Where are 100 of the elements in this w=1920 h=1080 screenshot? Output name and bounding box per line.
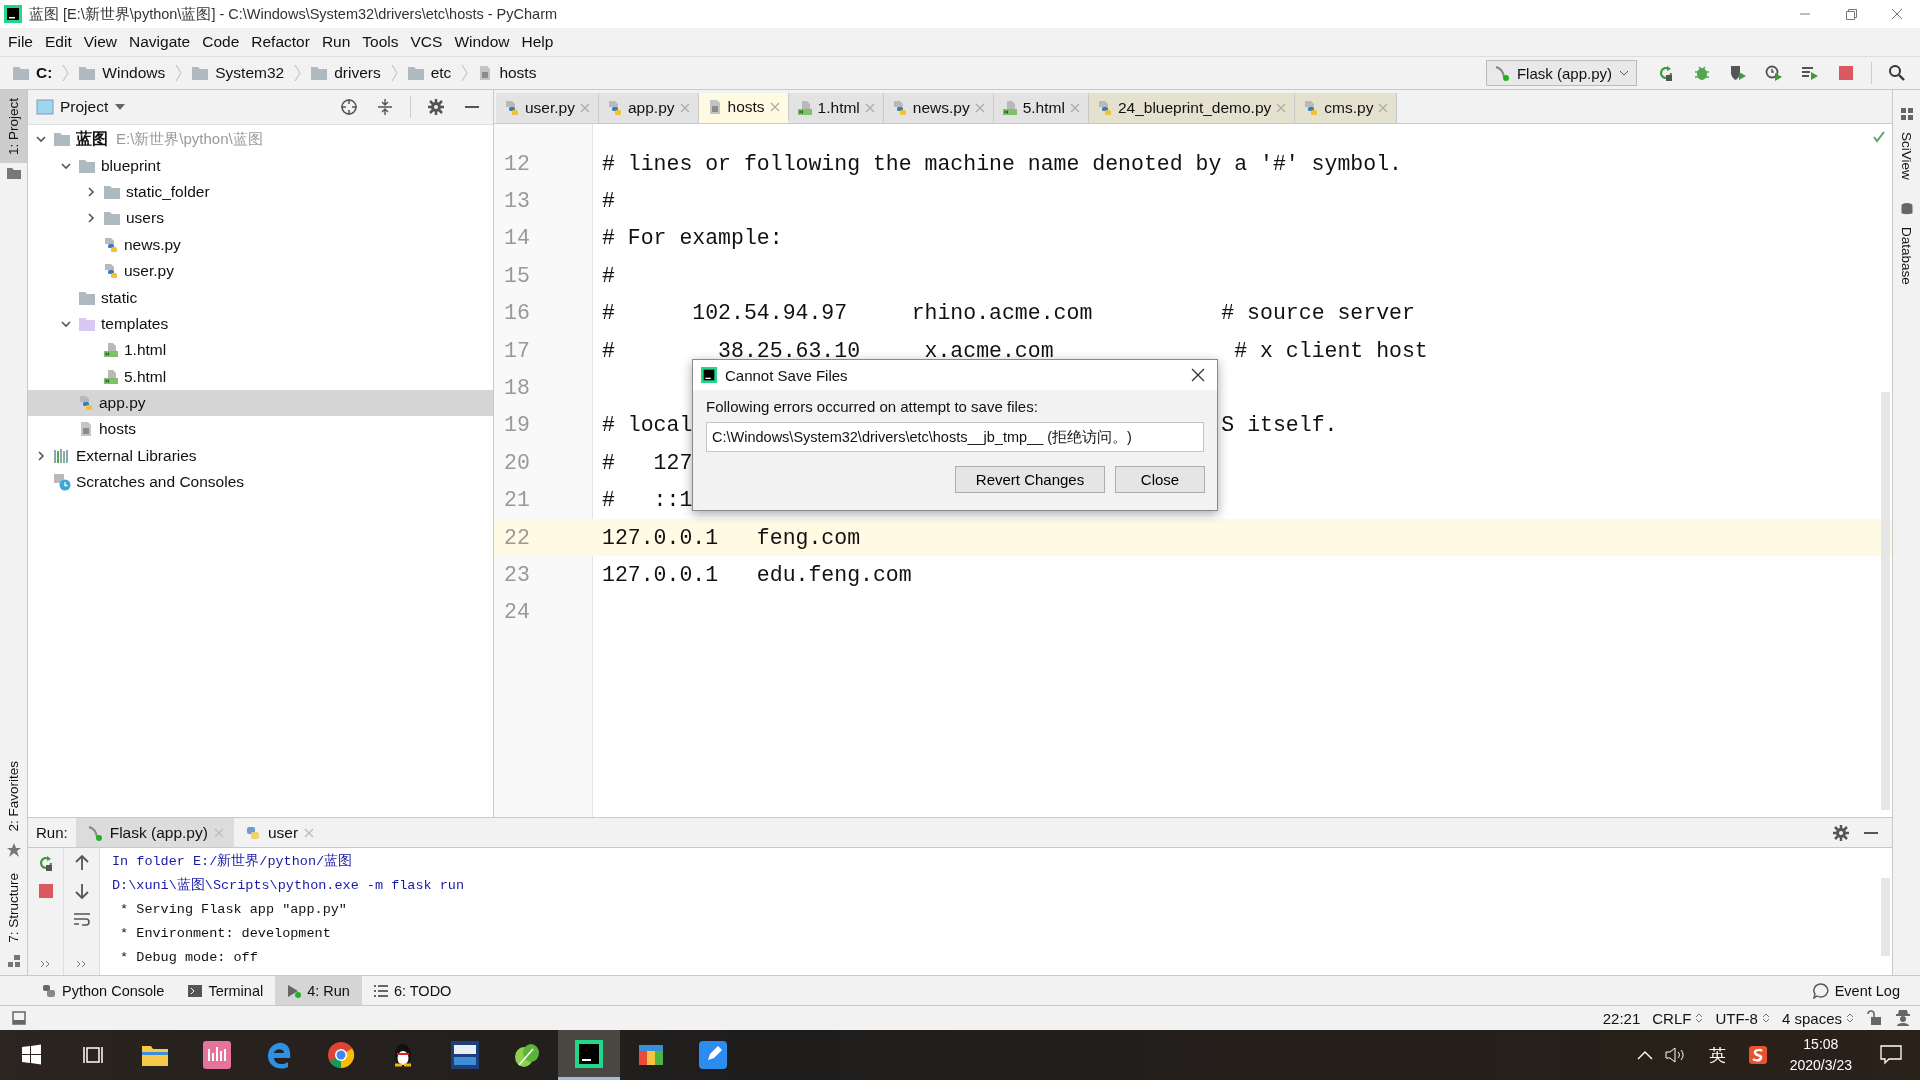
tree-item[interactable]: app.py [99, 394, 146, 413]
search-icon[interactable] [1888, 64, 1906, 82]
tool-window-tab[interactable]: 2: Favorites [0, 752, 27, 840]
app-icon[interactable] [451, 1041, 479, 1069]
stop-icon[interactable] [1837, 64, 1855, 82]
editor-tab[interactable]: app.py [599, 93, 699, 123]
tree-item[interactable]: Scratches and Consoles [76, 473, 244, 492]
leaf-icon[interactable] [513, 1041, 541, 1069]
menu-item[interactable]: Window [448, 31, 516, 53]
app-logo-icon[interactable] [575, 1039, 603, 1068]
tree-item[interactable]: 5.html [124, 367, 167, 386]
menu-item[interactable]: View [77, 31, 124, 53]
python-file-icon [1303, 100, 1320, 116]
settings-icon[interactable] [427, 98, 445, 116]
layout-icon[interactable] [12, 1011, 26, 1025]
breadcrumb-item[interactable]: Windows [102, 64, 166, 82]
breadcrumb-item[interactable]: System32 [215, 64, 285, 82]
menu-item[interactable]: Refactor [245, 31, 316, 53]
menu-item[interactable]: VCS [404, 31, 449, 53]
editor-tab[interactable]: 1.html [788, 93, 884, 123]
breadcrumb-item[interactable]: drivers [334, 64, 381, 82]
event-log-button[interactable]: Event Log [1800, 976, 1912, 1005]
folder-icon[interactable] [141, 1043, 169, 1067]
star-icon [6, 843, 21, 858]
list-run-icon[interactable] [1801, 64, 1819, 82]
status-dropdown[interactable]: 4 spaces [1781, 1009, 1854, 1027]
unlock-icon[interactable] [1866, 1010, 1882, 1026]
rerun-icon[interactable] [1657, 64, 1675, 82]
note-app-icon[interactable] [699, 1041, 727, 1069]
clock-time[interactable]: 15:08 [1803, 1034, 1839, 1055]
tool-window-button[interactable]: Terminal [176, 976, 276, 1005]
tree-item[interactable]: 1.html [124, 341, 167, 360]
window-title: 蓝图 [E:\新世界\python\蓝图] - C:\Windows\System32\drivers\etc\hosts - PyCharm [29, 4, 558, 24]
wrap-icon[interactable] [72, 910, 91, 928]
stop-icon[interactable] [36, 882, 55, 900]
editor-tab[interactable]: news.py [883, 93, 994, 123]
tree-item[interactable]: External Libraries [76, 446, 197, 465]
inspector-icon[interactable] [1894, 1009, 1912, 1027]
input-method-indicator[interactable]: 英 [1708, 1043, 1726, 1067]
console-line: In folder E:/新世界/python/蓝图 [112, 852, 354, 871]
menu-item[interactable]: File [2, 31, 39, 53]
editor-tab[interactable]: hosts [698, 93, 789, 123]
breadcrumb-item[interactable]: C: [36, 64, 53, 82]
tree-item[interactable]: blueprint [101, 156, 161, 175]
menu-item[interactable]: Run [315, 31, 357, 53]
notification-icon[interactable] [1880, 1045, 1902, 1065]
revert-button[interactable]: Revert Changes [955, 466, 1105, 493]
tree-item[interactable]: static_folder [126, 182, 210, 201]
music-app-icon[interactable] [203, 1041, 231, 1069]
tree-item[interactable]: static [101, 288, 138, 307]
editor-tab[interactable]: user.py [496, 93, 599, 123]
tool-window-tab[interactable]: 7: Structure [0, 865, 27, 951]
path-field[interactable]: C:\Windows\System32\drivers\etc\hosts__jb_tmp__ (拒绝访问。) [706, 422, 1204, 452]
close-icon[interactable] [1191, 368, 1205, 382]
speaker-icon[interactable] [1664, 1046, 1687, 1064]
run-config-dropdown[interactable]: Flask (app.py) [1485, 60, 1637, 86]
clock-run-icon[interactable] [1765, 64, 1783, 82]
chevron-up-icon[interactable] [1636, 1049, 1653, 1061]
tool-window-button[interactable]: Python Console [30, 976, 177, 1005]
bug-icon[interactable] [1693, 64, 1711, 82]
shield-run-icon[interactable] [1729, 64, 1747, 82]
close-button[interactable]: Close [1115, 466, 1205, 493]
caret-position[interactable]: 22:21 [1602, 1009, 1641, 1027]
tree-item[interactable]: news.py [124, 235, 181, 254]
status-dropdown[interactable]: CRLF [1652, 1009, 1704, 1027]
tree-item[interactable]: templates [101, 314, 169, 333]
tool-window-tab[interactable]: 1: Project [0, 90, 27, 164]
tree-item[interactable]: user.py [124, 262, 174, 281]
crosshair-icon[interactable] [340, 98, 358, 116]
down-arrow-icon[interactable] [72, 882, 91, 900]
panel-icon [36, 99, 54, 115]
menu-item[interactable]: Tools [356, 31, 405, 53]
breadcrumb-separator-icon [175, 63, 184, 83]
menu-item[interactable]: Code [196, 31, 246, 53]
collapse-icon[interactable] [376, 98, 394, 116]
editor-tab[interactable]: cms.py [1295, 93, 1398, 123]
editor-tab[interactable]: 5.html [993, 93, 1089, 123]
tree-item[interactable]: hosts [99, 420, 137, 439]
panel-title[interactable]: Project [60, 98, 109, 116]
tool-window-button[interactable]: 6: TODO [361, 976, 464, 1005]
menu-item[interactable]: Navigate [123, 31, 197, 53]
menu-item[interactable]: Edit [39, 31, 78, 53]
tool-window-button[interactable]: 4: Run [275, 976, 362, 1005]
scrollbar[interactable] [1881, 392, 1890, 810]
tree-item[interactable]: users [126, 209, 164, 228]
tool-window-tab[interactable]: SciView [1899, 128, 1914, 199]
breadcrumb-item[interactable]: etc [430, 64, 452, 82]
run-tab[interactable]: Flask (app.py) [75, 818, 234, 847]
run-tab[interactable]: user [233, 818, 325, 847]
tool-window-tab[interactable]: Database [1899, 222, 1914, 304]
editor-tab[interactable]: 24_blueprint_demo.py [1088, 93, 1296, 123]
breadcrumb-item[interactable]: hosts [499, 64, 537, 82]
status-dropdown[interactable]: UTF-8 [1715, 1009, 1770, 1027]
settings-icon[interactable] [1832, 823, 1850, 842]
tree-item[interactable]: 蓝图 [76, 128, 108, 150]
scrollbar[interactable] [1881, 878, 1890, 956]
clock-date[interactable]: 2020/3/23 [1789, 1055, 1852, 1076]
browser-icon[interactable] [327, 1041, 355, 1069]
input-method-icon[interactable] [1747, 1045, 1768, 1065]
menu-item[interactable]: Help [515, 31, 560, 53]
